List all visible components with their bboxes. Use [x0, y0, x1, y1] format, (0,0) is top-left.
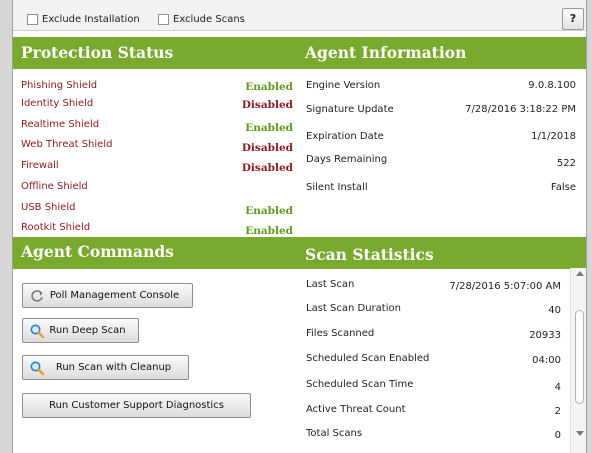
stat-value: 4	[554, 382, 561, 393]
stat-value: 40	[548, 305, 561, 316]
stat-value: 0	[554, 430, 561, 441]
run-scan-with-cleanup-button[interactable]: Run Scan with Cleanup	[22, 355, 189, 380]
info-value: False	[550, 182, 576, 193]
info-row: Signature Update 7/28/2016 3:18:22 PM	[306, 104, 576, 118]
run-customer-support-diagnostics-button[interactable]: Run Customer Support Diagnostics	[22, 393, 251, 418]
agent-panel: Exclude Installation Exclude Scans ? Pro…	[12, 0, 587, 453]
scroll-thumb[interactable]	[575, 310, 584, 404]
agent-commands-title: Agent Commands	[21, 242, 174, 261]
stat-key: Last Scan	[306, 279, 355, 290]
stat-row: Total Scans 0	[306, 428, 561, 442]
scan-statistics-scrollbar[interactable]	[570, 268, 586, 453]
shield-row: Identity Shield Disabled	[21, 98, 293, 112]
stat-key: Scheduled Scan Enabled	[306, 353, 430, 364]
exclude-scans-checkbox[interactable]: Exclude Scans	[158, 12, 245, 26]
poll-management-console-button[interactable]: Poll Management Console	[22, 283, 193, 308]
run-deep-scan-button[interactable]: Run Deep Scan	[22, 318, 139, 343]
protection-status-title: Protection Status	[21, 43, 174, 62]
shield-state: Enabled	[245, 205, 293, 217]
shield-row: Phishing Shield Enabled	[21, 80, 293, 94]
shield-name: USB Shield	[21, 202, 76, 213]
info-row: Silent Install False	[306, 182, 576, 196]
stat-value: 2	[554, 406, 561, 417]
scroll-up-arrow-icon[interactable]	[576, 271, 584, 276]
shield-name: Realtime Shield	[21, 119, 100, 130]
stat-key: Scheduled Scan Time	[306, 379, 414, 390]
protection-status-list: Phishing Shield Enabled Identity Shield …	[21, 80, 293, 240]
shield-row: Firewall Disabled	[21, 160, 293, 174]
info-key: Signature Update	[306, 104, 394, 115]
shield-name: Phishing Shield	[21, 80, 98, 91]
info-key: Days Remaining	[306, 154, 388, 165]
shield-name: Offline Shield	[21, 181, 88, 192]
button-label: Run Customer Support Diagnostics	[49, 400, 224, 411]
stat-key: Files Scanned	[306, 328, 375, 339]
shield-row: Realtime Shield Enabled	[21, 119, 293, 134]
info-value: 522	[556, 158, 576, 169]
stat-row: Active Threat Count 2	[306, 404, 561, 418]
info-key: Engine Version	[306, 80, 381, 91]
info-value: 1/1/2018	[531, 131, 576, 142]
stat-value: 7/28/2016 5:07:00 AM	[449, 281, 561, 292]
shield-name: Rootkit Shield	[21, 222, 91, 233]
exclude-installation-label: Exclude Installation	[42, 13, 140, 25]
stat-value: 04:00	[532, 355, 561, 366]
shield-state: Disabled	[241, 162, 293, 174]
shield-row: Web Threat Shield Disabled	[21, 139, 293, 154]
stat-key: Active Threat Count	[306, 404, 406, 415]
stat-row: Last Scan 7/28/2016 5:07:00 AM	[306, 279, 561, 293]
button-label: Run Scan with Cleanup	[55, 362, 172, 373]
stat-key: Total Scans	[306, 428, 363, 439]
button-label: Poll Management Console	[49, 290, 180, 301]
button-label: Run Deep Scan	[49, 325, 126, 336]
stat-key: Last Scan Duration	[306, 303, 401, 314]
stat-row: Files Scanned 20933	[306, 328, 561, 342]
shield-name: Web Threat Shield	[21, 139, 113, 150]
shield-state: Disabled	[241, 142, 293, 154]
info-key: Silent Install	[306, 182, 368, 193]
stat-row: Last Scan Duration 40	[306, 303, 561, 317]
shield-row: USB Shield Enabled	[21, 202, 293, 217]
stat-row: Scheduled Scan Time 4	[306, 379, 561, 393]
shield-state: Enabled	[245, 122, 293, 134]
shield-name: Firewall	[21, 160, 59, 171]
info-value: 9.0.8.100	[528, 80, 576, 91]
shield-name: Identity Shield	[21, 98, 94, 109]
shield-state: Disabled	[241, 99, 293, 111]
exclude-scans-label: Exclude Scans	[173, 13, 245, 25]
scroll-down-arrow-icon[interactable]	[576, 431, 584, 436]
shield-state: Enabled	[245, 81, 293, 93]
checkbox-box[interactable]	[158, 13, 169, 25]
info-value: 7/28/2016 3:18:22 PM	[465, 104, 576, 115]
agent-information-list: Engine Version 9.0.8.100 Signature Updat…	[306, 80, 576, 210]
options-bar: Exclude Installation Exclude Scans ?	[13, 0, 586, 31]
stat-row: Scheduled Scan Enabled 04:00	[306, 353, 561, 367]
help-button[interactable]: ?	[562, 8, 584, 30]
shield-row: Rootkit Shield Enabled	[21, 222, 293, 237]
shield-row: Offline Shield	[21, 181, 293, 195]
info-row: Expiration Date 1/1/2018	[306, 131, 576, 145]
scan-statistics-title: Scan Statistics	[305, 245, 434, 264]
exclude-installation-checkbox[interactable]: Exclude Installation	[27, 12, 140, 26]
agent-information-title: Agent Information	[305, 43, 467, 62]
checkbox-box[interactable]	[27, 13, 38, 25]
info-row: Days Remaining 522	[306, 154, 576, 170]
shield-state: Enabled	[245, 225, 293, 237]
info-row: Engine Version 9.0.8.100	[306, 80, 576, 94]
stat-value: 20933	[529, 330, 561, 341]
scan-statistics-list: Last Scan 7/28/2016 5:07:00 AM Last Scan…	[306, 279, 561, 453]
info-key: Expiration Date	[306, 131, 384, 142]
